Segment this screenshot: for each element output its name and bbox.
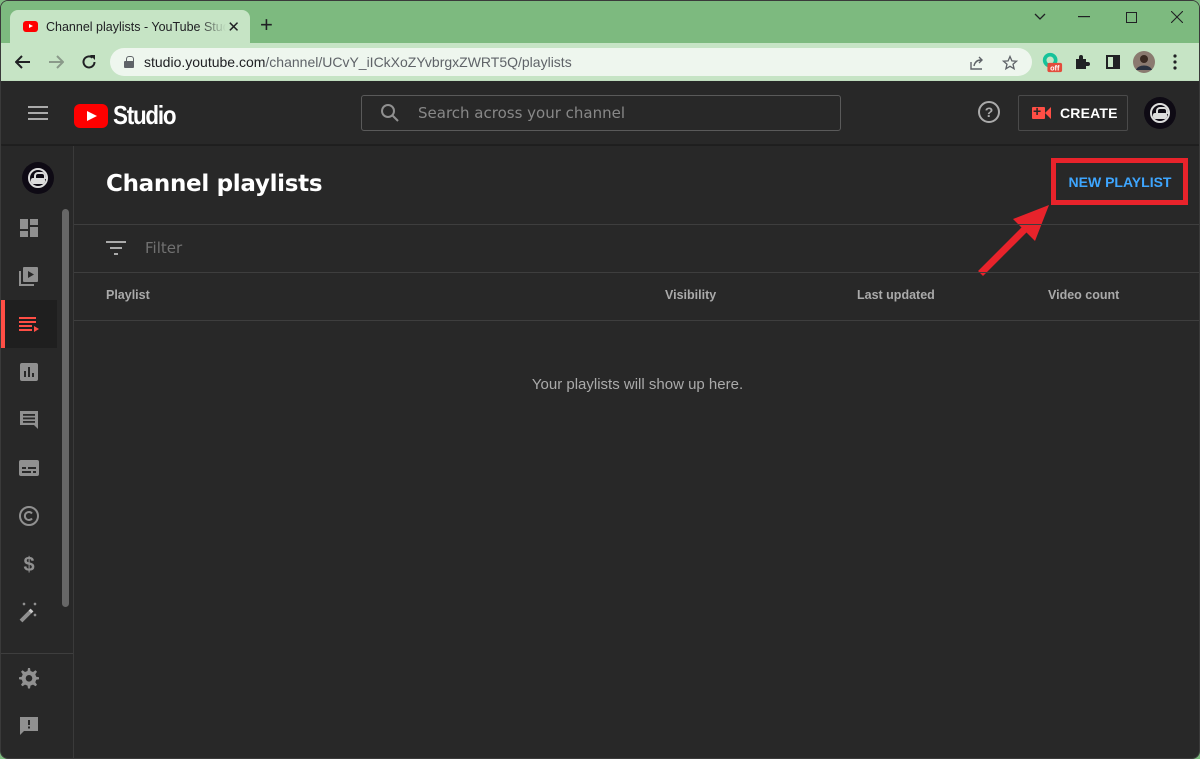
svg-text:$: $ <box>23 554 34 575</box>
close-window-button[interactable] <box>1154 1 1199 33</box>
empty-state-message: Your playlists will show up here. <box>531 376 744 393</box>
studio-header: Studio ? CREATE <box>1 81 1199 145</box>
sidebar-item-customization[interactable] <box>1 588 57 636</box>
main-content: Channel playlists NEW PLAYLIST Filter Pl… <box>74 146 1199 758</box>
url-path: /channel/UCvY_iICkXoZYvbrgxZWRT5Q/playli… <box>265 54 572 70</box>
search-input[interactable] <box>418 104 818 122</box>
channel-avatar[interactable] <box>22 162 54 194</box>
sidebar-item-settings[interactable] <box>1 654 57 702</box>
close-icon <box>1171 11 1183 23</box>
column-header-last-updated[interactable]: Last updated <box>857 288 935 302</box>
side-panel-icon <box>1106 55 1120 69</box>
youtube-studio-app: Studio ? CREATE <box>1 81 1199 758</box>
maximize-icon <box>1125 11 1137 23</box>
browser-tab[interactable]: Channel playlists - YouTube Studio ✕ <box>10 10 250 43</box>
column-header-playlist[interactable]: Playlist <box>106 288 150 302</box>
arrow-right-icon <box>49 55 64 69</box>
gear-icon <box>19 668 39 689</box>
kebab-menu-icon <box>1173 54 1177 70</box>
browser-window: Channel playlists - YouTube Studio ✕ + s… <box>0 0 1200 759</box>
channel-avatar-icon <box>28 168 48 188</box>
page-title: Channel playlists <box>106 171 323 197</box>
youtube-favicon-icon <box>23 21 38 32</box>
chevron-down-icon <box>1034 13 1046 20</box>
studio-logo-text: Studio <box>113 100 177 130</box>
sidebar-item-analytics[interactable] <box>1 348 57 396</box>
grammarly-extension-button[interactable]: off <box>1041 51 1063 73</box>
youtube-logo-icon <box>74 103 108 128</box>
bookmark-star-icon[interactable] <box>1000 53 1020 73</box>
search-box[interactable] <box>361 95 841 131</box>
new-tab-button[interactable]: + <box>260 13 273 37</box>
table-header-divider <box>74 320 1199 321</box>
tab-search-button[interactable] <box>1017 1 1063 33</box>
url-host: studio.youtube.com <box>144 54 266 70</box>
dashboard-icon <box>20 219 38 237</box>
filter-bar[interactable]: Filter <box>106 224 182 272</box>
sidebar-item-comments[interactable] <box>1 396 57 444</box>
back-button[interactable] <box>12 51 34 73</box>
create-button[interactable]: CREATE <box>1018 95 1128 131</box>
hamburger-menu-icon[interactable] <box>28 106 48 120</box>
help-button[interactable]: ? <box>978 101 1000 123</box>
copyright-icon <box>19 506 39 526</box>
divider <box>74 272 1199 273</box>
browser-toolbar: studio.youtube.com/channel/UCvY_iICkXoZY… <box>1 43 1199 81</box>
search-icon <box>381 104 399 122</box>
profile-avatar-icon <box>1133 51 1155 73</box>
sidebar-scrollbar[interactable] <box>62 209 69 607</box>
filter-placeholder: Filter <box>145 239 183 257</box>
extensions-button[interactable] <box>1071 51 1093 73</box>
video-library-icon <box>19 267 38 286</box>
annotation-arrow-icon <box>978 205 1049 276</box>
dollar-icon: $ <box>23 554 34 575</box>
sidebar-item-earn[interactable]: $ <box>1 540 57 588</box>
lock-icon <box>124 56 134 68</box>
column-header-visibility[interactable]: Visibility <box>665 288 716 302</box>
studio-logo[interactable]: Studio <box>74 100 185 131</box>
maximize-button[interactable] <box>1108 1 1154 33</box>
filter-icon <box>106 241 126 255</box>
playlist-icon <box>19 317 39 332</box>
account-avatar[interactable] <box>1144 97 1176 129</box>
tab-close-icon[interactable]: ✕ <box>227 18 240 36</box>
column-header-video-count[interactable]: Video count <box>1048 288 1119 302</box>
tab-title: Channel playlists - YouTube Studio <box>46 19 226 34</box>
side-panel-button[interactable] <box>1102 51 1124 73</box>
sidebar: $ <box>1 146 74 758</box>
grammarly-icon: off <box>1042 52 1063 72</box>
sidebar-item-content[interactable] <box>1 252 57 300</box>
svg-text:off: off <box>1050 63 1060 72</box>
share-icon[interactable] <box>967 53 987 73</box>
sidebar-item-subtitles[interactable] <box>1 444 57 492</box>
video-camera-add-icon <box>1032 103 1051 119</box>
magic-wand-icon <box>19 602 37 623</box>
reload-button[interactable] <box>78 51 100 73</box>
address-bar[interactable]: studio.youtube.com/channel/UCvY_iICkXoZY… <box>110 48 1032 76</box>
feedback-icon <box>20 717 38 735</box>
subtitles-icon <box>19 460 39 476</box>
sidebar-item-feedback[interactable] <box>1 702 57 750</box>
sidebar-item-playlists[interactable] <box>1 300 57 348</box>
sidebar-item-copyright[interactable] <box>1 492 57 540</box>
forward-button[interactable] <box>45 51 67 73</box>
comments-icon <box>20 411 38 429</box>
minimize-button[interactable] <box>1061 1 1107 33</box>
tab-strip: Channel playlists - YouTube Studio ✕ + <box>1 1 1199 43</box>
create-label: CREATE <box>1060 105 1118 121</box>
new-playlist-button[interactable]: NEW PLAYLIST <box>1053 162 1187 202</box>
analytics-icon <box>20 363 38 381</box>
sidebar-item-dashboard[interactable] <box>1 204 57 252</box>
arrow-left-icon <box>15 55 30 69</box>
browser-menu-button[interactable] <box>1164 51 1186 73</box>
puzzle-icon <box>1076 55 1090 69</box>
url-text: studio.youtube.com/channel/UCvY_iICkXoZY… <box>144 54 572 70</box>
minimize-icon <box>1078 16 1090 18</box>
profile-button[interactable] <box>1133 51 1155 73</box>
avatar-icon <box>1150 103 1170 123</box>
reload-icon <box>82 55 96 69</box>
divider <box>74 224 1199 225</box>
